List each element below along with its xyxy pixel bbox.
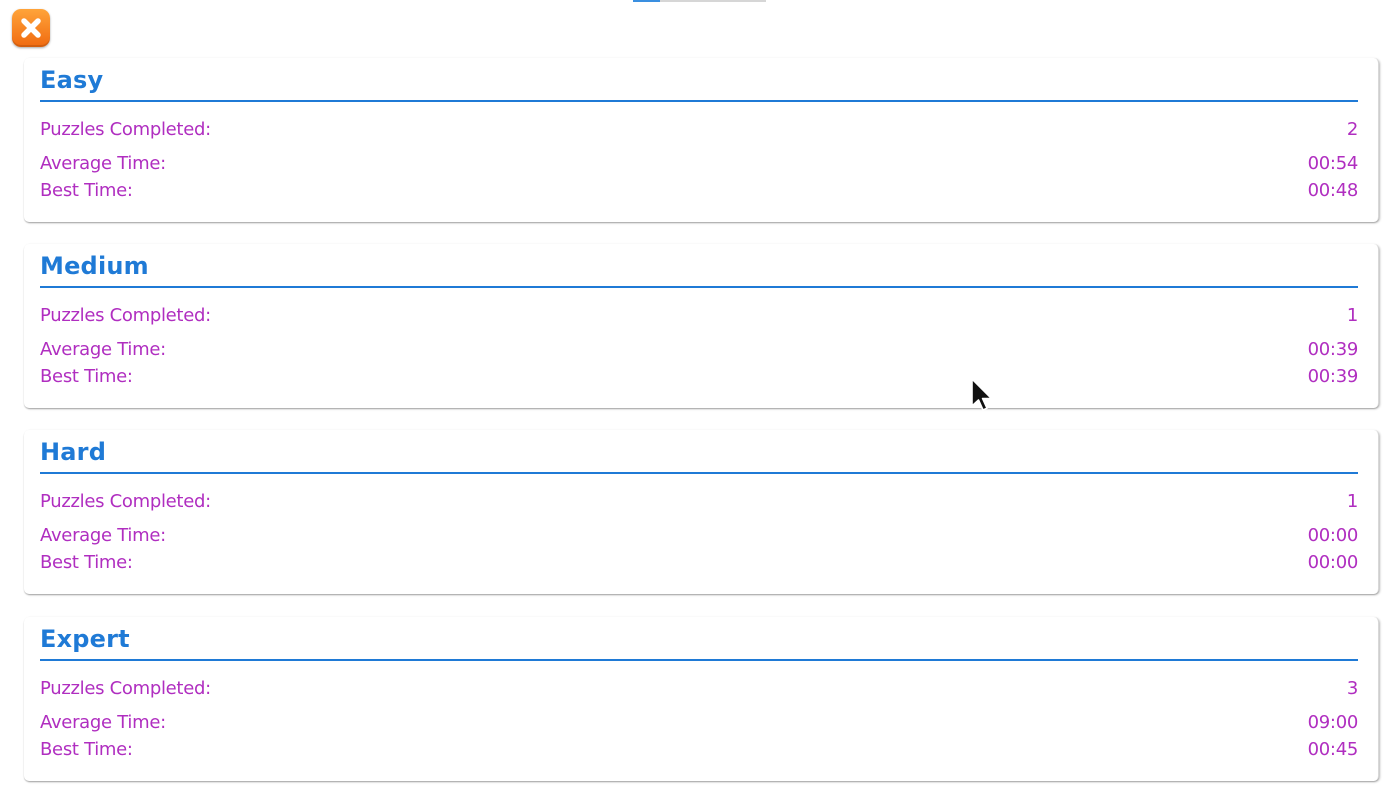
average-time-row: Average Time: 00:54 (40, 153, 1358, 177)
stat-label: Average Time: (40, 153, 166, 174)
card-title: Easy (40, 66, 104, 94)
stat-label: Average Time: (40, 525, 166, 546)
stats-card-hard: Hard Puzzles Completed: 1 Average Time: … (24, 430, 1379, 594)
stat-label: Average Time: (40, 339, 166, 360)
stat-value: 00:45 (1307, 739, 1359, 760)
stat-value: 00:39 (1307, 339, 1359, 360)
puzzles-completed-row: Puzzles Completed: 2 (40, 119, 1358, 143)
stat-value: 00:54 (1307, 153, 1359, 174)
stat-label: Puzzles Completed: (40, 678, 211, 699)
stats-card-expert: Expert Puzzles Completed: 3 Average Time… (24, 617, 1379, 781)
puzzles-completed-row: Puzzles Completed: 3 (40, 678, 1358, 702)
average-time-row: Average Time: 00:39 (40, 339, 1358, 363)
statistics-screen: Easy Puzzles Completed: 2 Average Time: … (0, 0, 1399, 787)
page-indicator (633, 0, 766, 2)
title-divider (40, 472, 1358, 474)
average-time-row: Average Time: 09:00 (40, 712, 1358, 736)
close-icon (21, 18, 41, 38)
puzzles-completed-row: Puzzles Completed: 1 (40, 305, 1358, 329)
stat-label: Best Time: (40, 552, 133, 573)
close-button[interactable] (12, 9, 50, 47)
stat-value: 00:00 (1307, 525, 1359, 546)
stat-label: Best Time: (40, 366, 133, 387)
stat-label: Average Time: (40, 712, 166, 733)
card-title: Medium (40, 252, 149, 280)
stat-value: 1 (1346, 491, 1358, 512)
stat-value: 2 (1346, 119, 1358, 140)
stat-value: 00:39 (1307, 366, 1359, 387)
stat-label: Best Time: (40, 739, 133, 760)
best-time-row: Best Time: 00:48 (40, 180, 1358, 204)
puzzles-completed-row: Puzzles Completed: 1 (40, 491, 1358, 515)
stats-card-easy: Easy Puzzles Completed: 2 Average Time: … (24, 58, 1379, 222)
title-divider (40, 100, 1358, 102)
stat-label: Puzzles Completed: (40, 491, 211, 512)
card-title: Hard (40, 438, 107, 466)
stat-value: 00:00 (1307, 552, 1359, 573)
best-time-row: Best Time: 00:39 (40, 366, 1358, 390)
page-indicator-active (633, 0, 660, 2)
best-time-row: Best Time: 00:00 (40, 552, 1358, 576)
average-time-row: Average Time: 00:00 (40, 525, 1358, 549)
stats-card-medium: Medium Puzzles Completed: 1 Average Time… (24, 244, 1379, 408)
stat-value: 00:48 (1307, 180, 1359, 201)
best-time-row: Best Time: 00:45 (40, 739, 1358, 763)
title-divider (40, 286, 1358, 288)
stat-label: Best Time: (40, 180, 133, 201)
card-title: Expert (40, 625, 130, 653)
stat-value: 1 (1346, 305, 1358, 326)
stat-label: Puzzles Completed: (40, 305, 211, 326)
title-divider (40, 659, 1358, 661)
stat-label: Puzzles Completed: (40, 119, 211, 140)
stat-value: 09:00 (1307, 712, 1359, 733)
stat-value: 3 (1346, 678, 1358, 699)
